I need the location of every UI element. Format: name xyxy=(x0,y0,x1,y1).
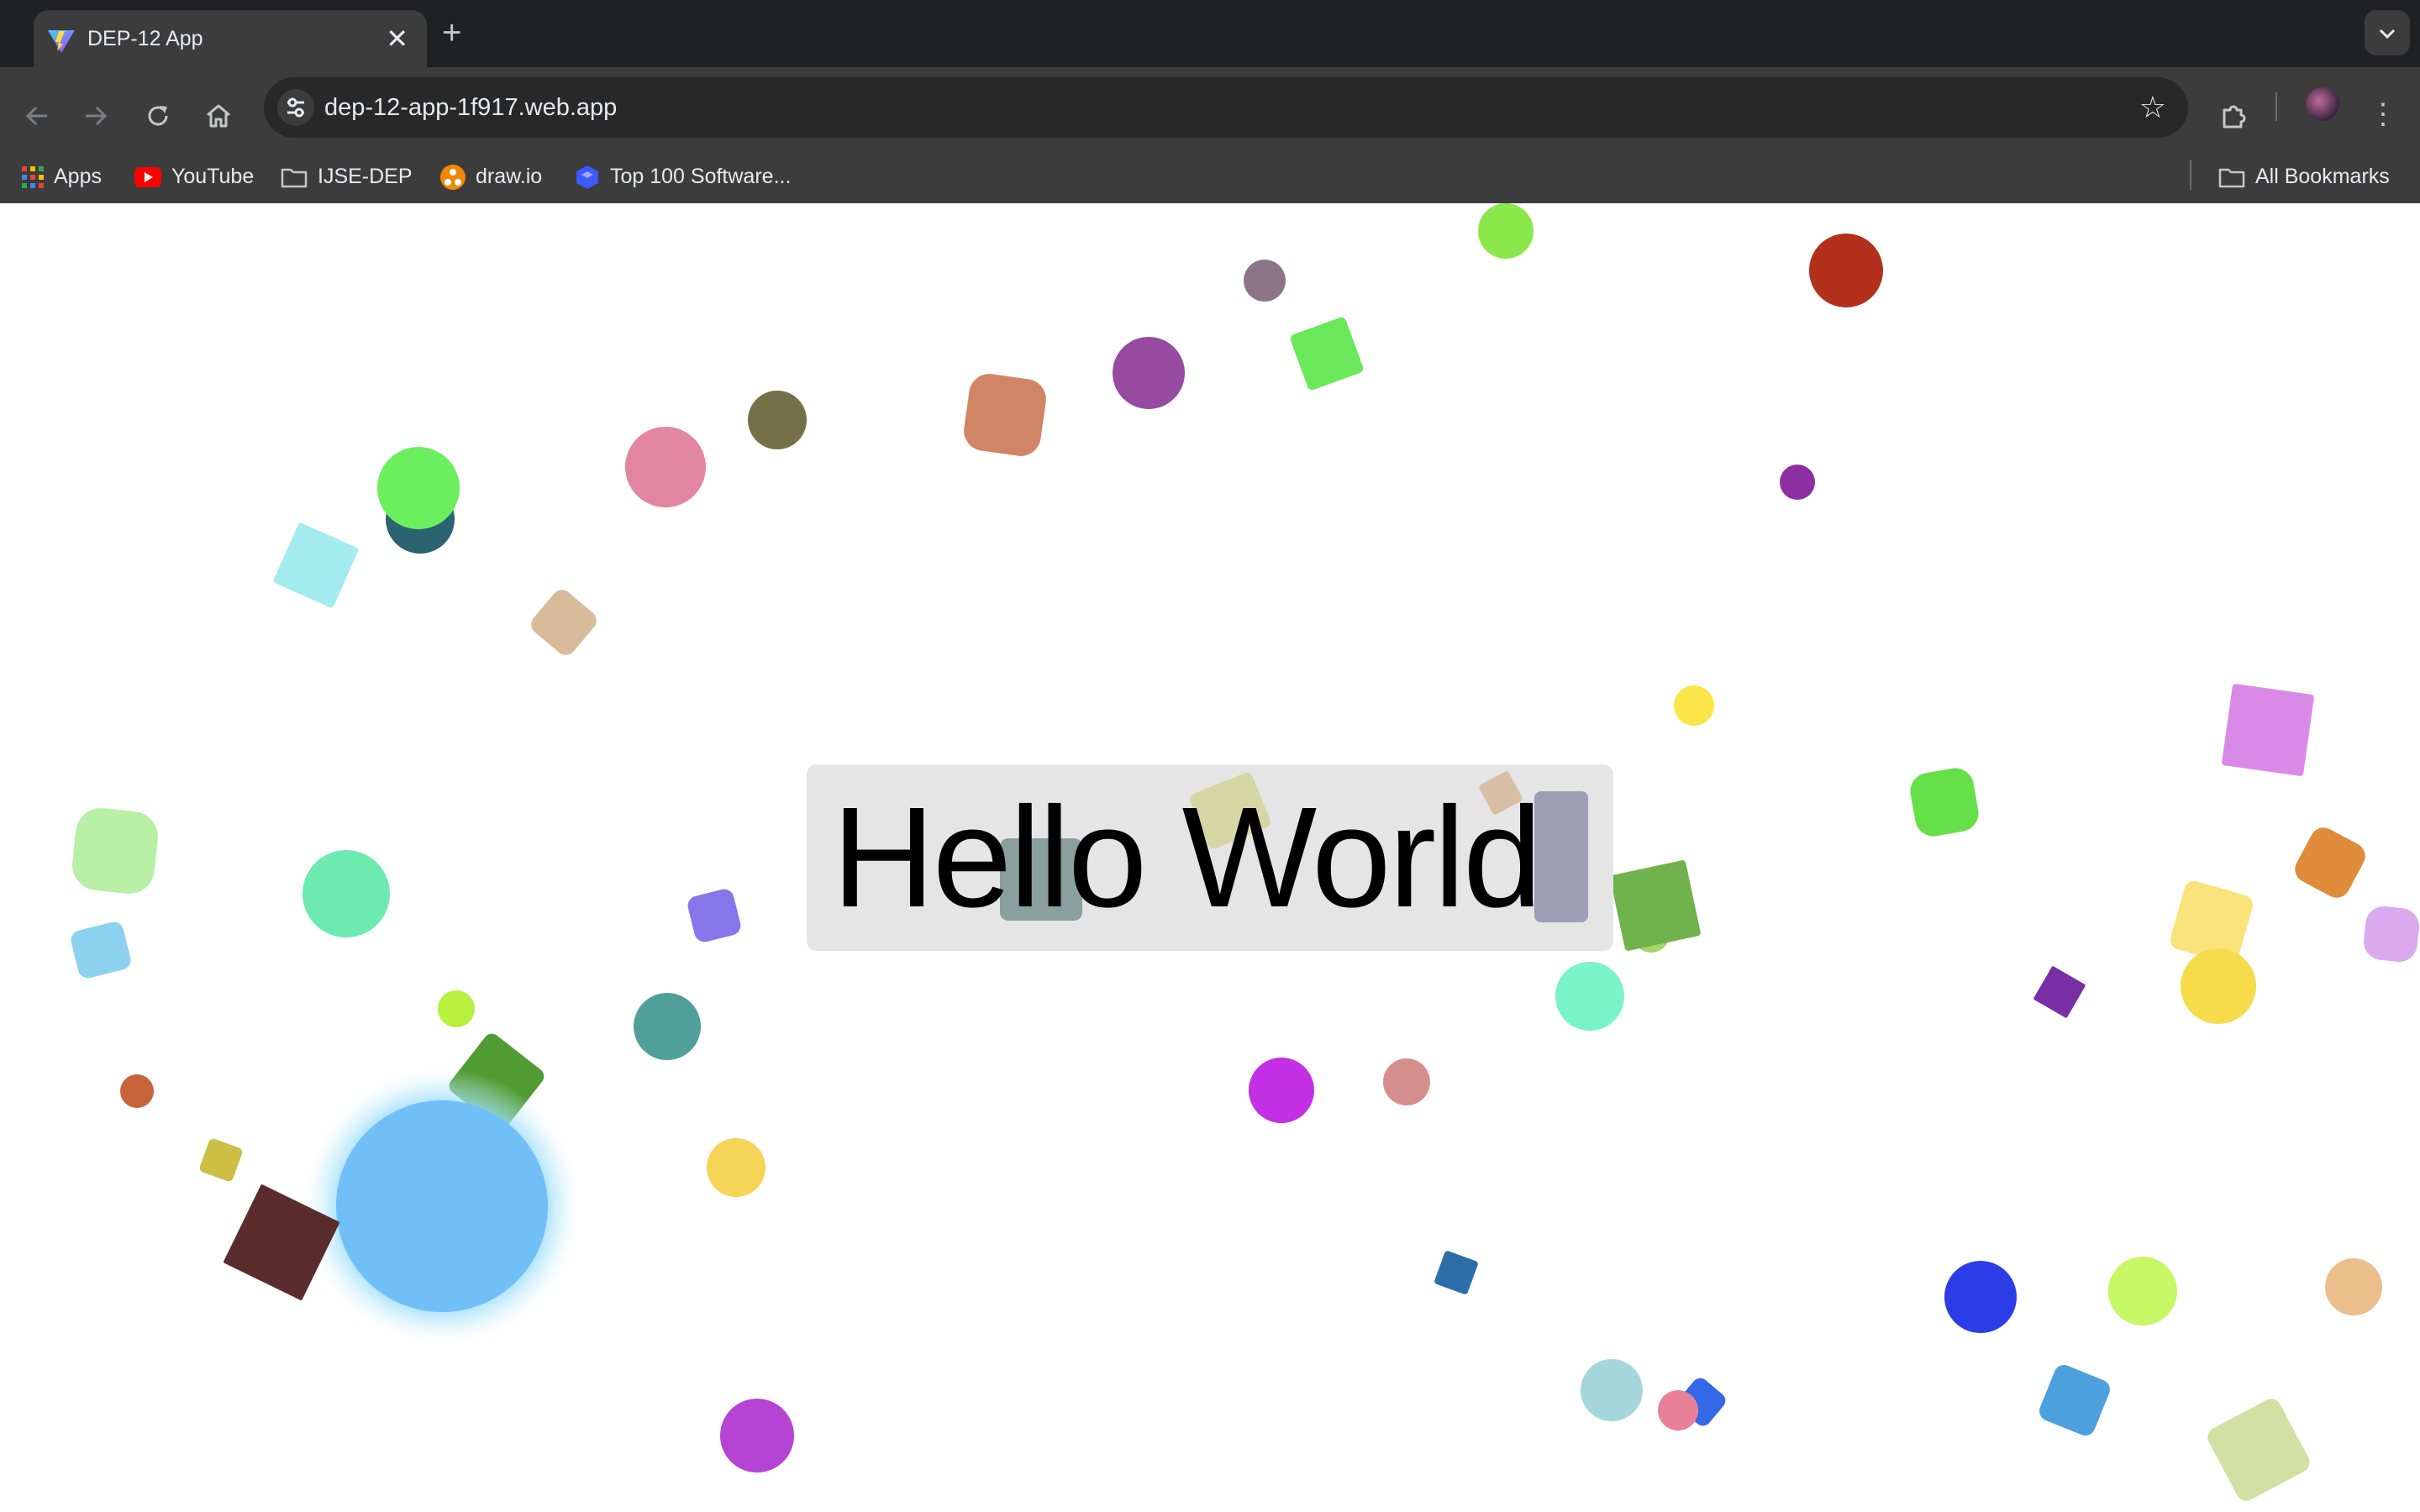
floating-square xyxy=(1910,768,1979,837)
bookmark-label: Top 100 Software... xyxy=(610,165,792,188)
floating-circle xyxy=(1249,1058,1314,1123)
browser-tab[interactable]: DEP-12 App ✕ xyxy=(34,10,427,67)
arrow-left-icon xyxy=(25,106,47,126)
folder-icon xyxy=(2218,169,2245,188)
extensions-button[interactable] xyxy=(2207,87,2260,141)
bookmark-label: Apps xyxy=(54,165,102,188)
bookmarks-bar: Apps YouTube IJSE-DEP draw.io Top 100 So… xyxy=(0,150,2420,202)
floating-circle xyxy=(1581,1359,1643,1421)
floating-circle xyxy=(748,391,807,449)
floating-square xyxy=(2207,1399,2310,1501)
floating-circle xyxy=(377,447,460,529)
floating-circle xyxy=(634,993,701,1060)
floating-circle xyxy=(2325,1258,2382,1315)
bookmark-folder-ijse-dep[interactable]: IJSE-DEP xyxy=(281,161,413,192)
floating-circle xyxy=(1383,1058,1430,1105)
folder-icon xyxy=(281,169,308,188)
arrow-right-icon xyxy=(86,106,108,126)
bookmark-label: YouTube xyxy=(171,165,255,188)
reload-icon xyxy=(148,106,168,126)
floating-square xyxy=(2222,684,2314,776)
bookmark-drawio[interactable]: draw.io xyxy=(440,161,542,192)
floating-square xyxy=(1610,860,1701,951)
floating-square xyxy=(71,921,131,979)
tab-title: DEP-12 App xyxy=(87,27,203,50)
reload-button[interactable] xyxy=(131,87,185,141)
bookmark-star-icon[interactable]: ☆ xyxy=(2139,89,2166,126)
chevron-down-icon xyxy=(2379,29,2396,39)
floating-square xyxy=(2039,1365,2110,1436)
floating-square xyxy=(199,1138,243,1182)
floating-square xyxy=(531,590,597,655)
browser-menu-button[interactable]: ⋮ xyxy=(2356,87,2410,141)
floating-circle xyxy=(120,1074,154,1108)
tab-search-button[interactable] xyxy=(2365,10,2410,55)
page-content: Hello World xyxy=(0,203,2420,1512)
floating-circle xyxy=(707,1138,765,1197)
bookmark-label: draw.io xyxy=(476,165,543,188)
floating-circle xyxy=(1944,1261,2017,1333)
home-button[interactable] xyxy=(192,87,245,141)
floating-circle xyxy=(1555,962,1624,1031)
back-button[interactable] xyxy=(10,87,64,141)
tab-strip: DEP-12 App ✕ + xyxy=(0,0,2420,67)
hello-world-box: Hello World xyxy=(807,764,1613,951)
puzzle-icon xyxy=(2223,105,2246,129)
bookmark-label: IJSE-DEP xyxy=(318,165,413,188)
floating-circle xyxy=(302,850,390,937)
floating-square xyxy=(2364,906,2419,962)
site-info-button[interactable] xyxy=(277,89,314,126)
bookmark-apps[interactable]: Apps xyxy=(22,161,102,192)
bookmark-youtube[interactable]: YouTube xyxy=(134,161,254,192)
floating-circle xyxy=(1674,685,1714,726)
floating-square xyxy=(2033,966,2086,1018)
floating-circle xyxy=(625,427,706,507)
url-text[interactable]: dep-12-app-1f917.web.app xyxy=(324,94,617,122)
all-bookmarks-label: All Bookmarks xyxy=(2255,165,2390,188)
all-bookmarks-button[interactable]: All Bookmarks xyxy=(2218,161,2390,192)
floating-square xyxy=(1290,317,1364,391)
floating-circle xyxy=(720,1399,794,1473)
toolbar-divider xyxy=(2275,92,2277,121)
floating-square xyxy=(964,374,1046,456)
floating-circle xyxy=(336,1100,548,1312)
floating-circle xyxy=(2108,1257,2177,1326)
apps-grid-icon xyxy=(22,166,44,189)
floating-circle xyxy=(1244,260,1286,302)
floating-circle xyxy=(1113,337,1185,409)
tune-icon xyxy=(287,97,304,118)
profile-avatar[interactable] xyxy=(2306,87,2339,121)
drawio-icon xyxy=(440,165,466,191)
floating-square xyxy=(273,522,359,608)
floating-square xyxy=(687,889,741,942)
floating-square xyxy=(2295,827,2365,898)
bookmark-site-icon xyxy=(576,165,598,190)
floating-square xyxy=(72,808,158,894)
home-icon xyxy=(207,104,230,128)
floating-rectangle xyxy=(1534,791,1588,922)
floating-circle xyxy=(1780,465,1815,500)
new-tab-button[interactable]: + xyxy=(442,13,461,52)
tab-close-button[interactable]: ✕ xyxy=(386,22,408,55)
forward-button[interactable] xyxy=(69,87,123,141)
bookmarks-divider xyxy=(2190,160,2191,190)
hello-box-overlay xyxy=(1534,791,1588,922)
youtube-icon xyxy=(134,167,161,188)
floating-circle xyxy=(1809,234,1883,307)
floating-circle xyxy=(2181,948,2256,1024)
floating-square xyxy=(1434,1251,1478,1294)
floating-circle xyxy=(1478,203,1534,259)
floating-circle xyxy=(438,990,475,1027)
vite-favicon-icon xyxy=(48,30,75,53)
address-bar[interactable]: dep-12-app-1f917.web.app ☆ xyxy=(264,77,2188,138)
floating-circle xyxy=(1658,1390,1698,1431)
bookmark-top-100-software[interactable]: Top 100 Software... xyxy=(575,161,791,192)
